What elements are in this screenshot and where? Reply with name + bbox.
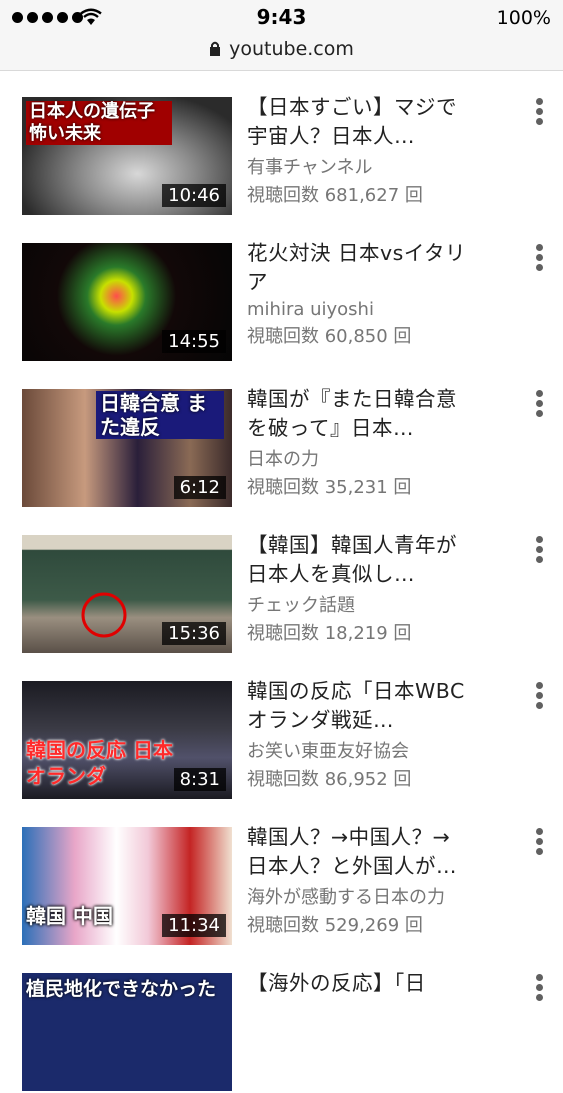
view-count: 視聴回数 18,219 回: [247, 623, 412, 644]
thumbnail-caption: 韓国の反応 日本オランダ: [26, 738, 173, 788]
video-duration: 6:12: [173, 476, 226, 499]
thumbnail-caption: 日本人の遺伝子 怖い未来: [26, 101, 172, 145]
highlight-circle: [81, 592, 127, 638]
video-thumbnail[interactable]: 韓国の反応 日本オランダ 8:31: [22, 681, 232, 799]
video-info: 韓国人？→中国人？→日本人？と外国人が… 海外が感動する日本の力 視聴回数 52…: [247, 823, 469, 937]
video-item[interactable]: 韓国の反応 日本オランダ 8:31 韓国の反応「日本WBCオランダ戦延… お笑い…: [0, 655, 563, 801]
channel-name: mihira uiyoshi: [247, 299, 374, 320]
video-list: 日本人の遺伝子 怖い未来 10:46 【日本すごい】マジで宇宙人？日本人… 有事…: [0, 71, 563, 1093]
video-thumbnail[interactable]: 植民地化できなかった: [22, 973, 232, 1091]
video-title[interactable]: 韓国が『また日韓合意を破って』日本…: [247, 385, 469, 443]
browser-top-bar: 9:43 100% youtube.com: [0, 0, 563, 71]
video-title[interactable]: 韓国の反応「日本WBCオランダ戦延…: [247, 677, 469, 735]
channel-name: 日本の力: [247, 449, 319, 470]
video-title[interactable]: 韓国人？→中国人？→日本人？と外国人が…: [247, 823, 469, 881]
channel-name: お笑い東亜友好協会: [247, 741, 409, 762]
video-thumbnail[interactable]: 韓国 中国 11:34: [22, 827, 232, 945]
video-info: 【海外の反応】「日: [247, 969, 469, 998]
video-thumbnail[interactable]: 15:36: [22, 535, 232, 653]
video-duration: 8:31: [173, 768, 226, 791]
thumbnail-caption: 植民地化できなかった: [26, 978, 217, 1000]
video-thumbnail[interactable]: 14:55: [22, 243, 232, 361]
status-bar: 9:43 100%: [0, 0, 563, 36]
video-title[interactable]: 【日本すごい】マジで宇宙人？日本人…: [247, 93, 469, 151]
video-info: 韓国が『また日韓合意を破って』日本… 日本の力 視聴回数 35,231 回: [247, 385, 469, 499]
video-info: 【韓国】韓国人青年が日本人を真似し… チェック話題 視聴回数 18,219 回: [247, 531, 469, 645]
channel-name: チェック話題: [247, 595, 355, 616]
video-item[interactable]: 日本人の遺伝子 怖い未来 10:46 【日本すごい】マジで宇宙人？日本人… 有事…: [0, 71, 563, 217]
video-duration: 10:46: [162, 184, 226, 207]
video-title[interactable]: 【海外の反応】「日: [247, 969, 469, 998]
view-count: 視聴回数 35,231 回: [247, 477, 412, 498]
channel-name: 海外が感動する日本の力: [247, 887, 445, 908]
video-duration: 11:34: [162, 914, 226, 937]
video-item[interactable]: 14:55 花火対決 日本vsイタリア mihira uiyoshi 視聴回数 …: [0, 217, 563, 363]
video-duration: 14:55: [162, 330, 226, 353]
more-options-icon[interactable]: [533, 244, 545, 274]
video-info: 【日本すごい】マジで宇宙人？日本人… 有事チャンネル 視聴回数 681,627 …: [247, 93, 469, 207]
view-count: 視聴回数 529,269 回: [247, 915, 423, 936]
video-info: 韓国の反応「日本WBCオランダ戦延… お笑い東亜友好協会 視聴回数 86,952…: [247, 677, 469, 791]
video-title[interactable]: 【韓国】韓国人青年が日本人を真似し…: [247, 531, 469, 589]
video-item[interactable]: 韓国 中国 11:34 韓国人？→中国人？→日本人？と外国人が… 海外が感動する…: [0, 801, 563, 947]
video-title[interactable]: 花火対決 日本vsイタリア: [247, 239, 469, 297]
video-item[interactable]: 植民地化できなかった 【海外の反応】「日: [0, 947, 563, 1093]
more-options-icon[interactable]: [533, 682, 545, 712]
view-count: 視聴回数 681,627 回: [247, 185, 423, 206]
more-options-icon[interactable]: [533, 390, 545, 420]
video-thumbnail[interactable]: 日本人の遺伝子 怖い未来 10:46: [22, 97, 232, 215]
more-options-icon[interactable]: [533, 828, 545, 858]
thumbnail-caption: 韓国 中国: [26, 904, 113, 928]
video-thumbnail[interactable]: 日韓合意 また違反 6:12: [22, 389, 232, 507]
video-item[interactable]: 日韓合意 また違反 6:12 韓国が『また日韓合意を破って』日本… 日本の力 視…: [0, 363, 563, 509]
channel-name: 有事チャンネル: [247, 157, 373, 178]
battery-percent: 100%: [496, 7, 551, 29]
view-count: 視聴回数 60,850 回: [247, 326, 412, 347]
view-count: 視聴回数 86,952 回: [247, 769, 412, 790]
video-duration: 15:36: [162, 622, 226, 645]
video-info: 花火対決 日本vsイタリア mihira uiyoshi 視聴回数 60,850…: [247, 239, 469, 348]
lock-icon: [210, 41, 221, 56]
status-time: 9:43: [256, 5, 307, 29]
thumbnail-caption: 日韓合意 また違反: [96, 391, 224, 439]
url-text: youtube.com: [229, 38, 354, 60]
more-options-icon[interactable]: [533, 98, 545, 128]
more-options-icon[interactable]: [533, 536, 545, 566]
video-item[interactable]: 15:36 【韓国】韓国人青年が日本人を真似し… チェック話題 視聴回数 18,…: [0, 509, 563, 655]
address-bar[interactable]: youtube.com: [0, 38, 563, 60]
